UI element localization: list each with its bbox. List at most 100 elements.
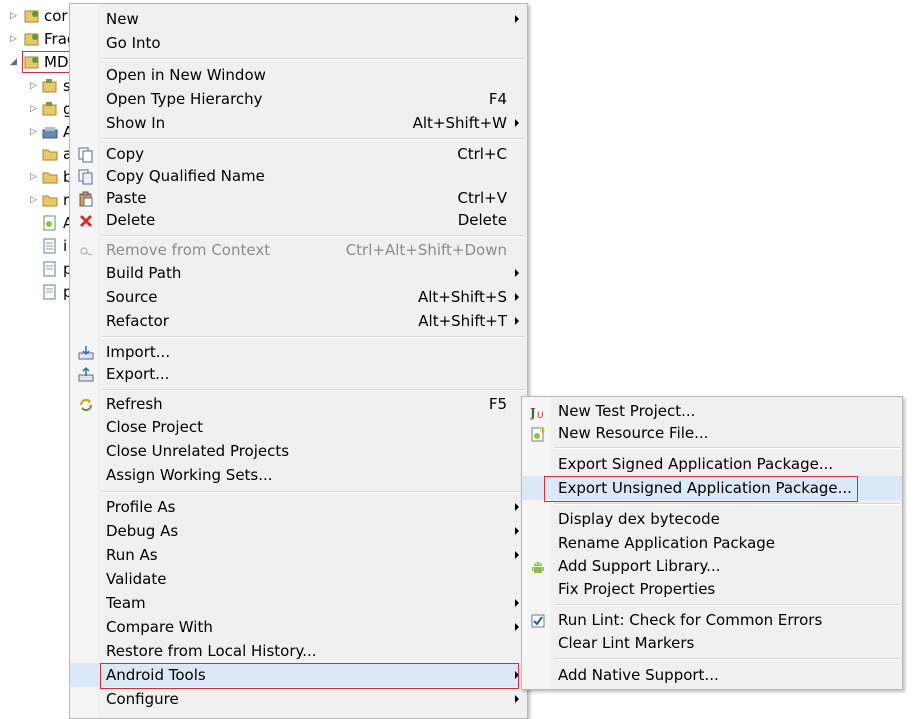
delete-icon [78, 212, 94, 228]
export-icon [78, 366, 94, 382]
menu-item-display-dex-bytecode[interactable]: Display dex bytecode [522, 507, 902, 531]
menu-separator [102, 389, 525, 391]
menu-item-label: Profile As [106, 498, 176, 516]
menu-item-copy[interactable]: Copy Ctrl+C [70, 142, 527, 166]
menu-item-remove-from-context[interactable]: Remove from Context Ctrl+Alt+Shift+Down [70, 238, 527, 262]
source-folder-icon [42, 101, 58, 117]
menu-item-paste[interactable]: Paste Ctrl+V [70, 186, 527, 210]
menu-item-copy-qualified-name[interactable]: Copy Qualified Name [70, 164, 527, 188]
menu-item-debug-as[interactable]: Debug As [70, 519, 527, 543]
menu-item-run-as[interactable]: Run As [70, 543, 527, 567]
checkbox-checked-icon [530, 612, 546, 628]
android-manifest-icon [42, 215, 58, 231]
menu-item-new[interactable]: New [70, 7, 527, 31]
menu-item-restore-local-history[interactable]: Restore from Local History... [70, 639, 527, 663]
menu-item-label: Export Signed Application Package... [558, 455, 834, 473]
android-tools-highlight-box [100, 663, 519, 689]
menu-item-label: Validate [106, 570, 167, 588]
tree-label: cor [44, 7, 68, 25]
menu-item-export[interactable]: Export... [70, 362, 527, 386]
submenu-arrow-icon [515, 623, 519, 631]
submenu-arrow-icon [515, 527, 519, 535]
menu-separator [554, 447, 900, 449]
menu-item-label: Build Path [106, 264, 182, 282]
refresh-icon [78, 396, 94, 412]
menu-item-label: Add Native Support... [558, 666, 719, 684]
expand-arrow-icon[interactable]: ▷ [10, 34, 18, 44]
submenu-arrow-icon [515, 599, 519, 607]
menu-separator [102, 491, 525, 493]
menu-item-label: Open in New Window [106, 66, 266, 84]
menu-item-new-resource-file[interactable]: + New Resource File... [522, 421, 902, 445]
android-project-icon [24, 8, 40, 24]
menu-item-new-test-project[interactable]: JU New Test Project... [522, 399, 902, 423]
menu-item-compare-with[interactable]: Compare With [70, 615, 527, 639]
menu-item-shortcut: Ctrl+C [457, 145, 507, 163]
menu-item-go-into[interactable]: Go Into [70, 31, 527, 55]
collapse-arrow-icon[interactable]: ◢ [10, 57, 18, 67]
highlight-box [22, 51, 73, 73]
menu-item-close-unrelated-projects[interactable]: Close Unrelated Projects [70, 439, 527, 463]
menu-item-configure[interactable]: Configure [70, 687, 527, 711]
menu-item-rename-application-package[interactable]: Rename Application Package [522, 531, 902, 555]
menu-item-shortcut: Alt+Shift+T [418, 312, 507, 330]
menu-separator [102, 336, 525, 338]
menu-item-refactor[interactable]: Refactor Alt+Shift+T [70, 309, 527, 333]
paste-icon [78, 190, 94, 207]
expand-arrow-icon[interactable]: ▷ [30, 81, 38, 91]
android-tools-submenu: JU New Test Project... + New Resource Fi… [521, 396, 903, 690]
folder-icon [42, 146, 58, 162]
menu-item-export-signed-package[interactable]: Export Signed Application Package... [522, 452, 902, 476]
expand-arrow-icon[interactable]: ▷ [10, 11, 18, 21]
menu-item-refresh[interactable]: Refresh F5 [70, 392, 527, 416]
menu-item-open-type-hierarchy[interactable]: Open Type Hierarchy F4 [70, 87, 527, 111]
submenu-arrow-icon [515, 503, 519, 511]
menu-item-shortcut: Delete [457, 211, 507, 229]
copy-icon [78, 146, 94, 163]
menu-item-label: Fix Project Properties [558, 580, 716, 598]
menu-item-close-project[interactable]: Close Project [70, 415, 527, 439]
remove-context-icon [78, 242, 94, 258]
menu-item-add-support-library[interactable]: Add Support Library... [522, 554, 902, 578]
menu-item-label: Go Into [106, 34, 161, 52]
menu-item-label: Display dex bytecode [558, 510, 720, 528]
menu-item-validate[interactable]: Validate [70, 567, 527, 591]
submenu-arrow-icon [515, 551, 519, 559]
copy-qualified-icon [78, 168, 94, 185]
menu-item-delete[interactable]: Delete Delete [70, 208, 527, 232]
file-icon [42, 261, 58, 277]
file-icon [42, 238, 58, 254]
source-folder-icon [42, 78, 58, 94]
menu-item-assign-working-sets[interactable]: Assign Working Sets... [70, 463, 527, 487]
menu-separator [554, 658, 900, 660]
menu-item-run-lint[interactable]: Run Lint: Check for Common Errors [522, 608, 902, 632]
menu-item-team[interactable]: Team [70, 591, 527, 615]
menu-item-label: Run Lint: Check for Common Errors [558, 611, 823, 629]
menu-item-open-new-window[interactable]: Open in New Window [70, 63, 527, 87]
menu-item-fix-project-properties[interactable]: Fix Project Properties [522, 577, 902, 601]
new-resource-file-icon: + [530, 425, 546, 442]
menu-item-profile-as[interactable]: Profile As [70, 495, 527, 519]
folder-icon [42, 192, 58, 208]
svg-text:U: U [537, 411, 544, 420]
menu-item-build-path[interactable]: Build Path [70, 261, 527, 285]
expand-arrow-icon[interactable]: ▷ [30, 104, 38, 114]
menu-item-label: Team [106, 594, 146, 612]
submenu-arrow-icon [515, 293, 519, 301]
expand-arrow-icon[interactable]: ▷ [30, 195, 38, 205]
menu-item-label: Assign Working Sets... [106, 466, 273, 484]
menu-item-label: Add Support Library... [558, 557, 721, 575]
menu-item-label: Open Type Hierarchy [106, 90, 263, 108]
menu-item-label: New Test Project... [558, 402, 696, 420]
menu-item-source[interactable]: Source Alt+Shift+S [70, 285, 527, 309]
menu-item-label: Rename Application Package [558, 534, 776, 552]
android-icon [530, 558, 546, 574]
expand-arrow-icon[interactable]: ▷ [30, 172, 38, 182]
menu-separator [102, 235, 525, 237]
menu-item-clear-lint-markers[interactable]: Clear Lint Markers [522, 631, 902, 655]
menu-item-show-in[interactable]: Show In Alt+Shift+W [70, 111, 527, 135]
menu-item-add-native-support[interactable]: Add Native Support... [522, 663, 902, 687]
menu-item-import[interactable]: Import... [70, 340, 527, 364]
menu-item-label: Delete [106, 211, 156, 229]
expand-arrow-icon[interactable]: ▷ [30, 127, 38, 137]
